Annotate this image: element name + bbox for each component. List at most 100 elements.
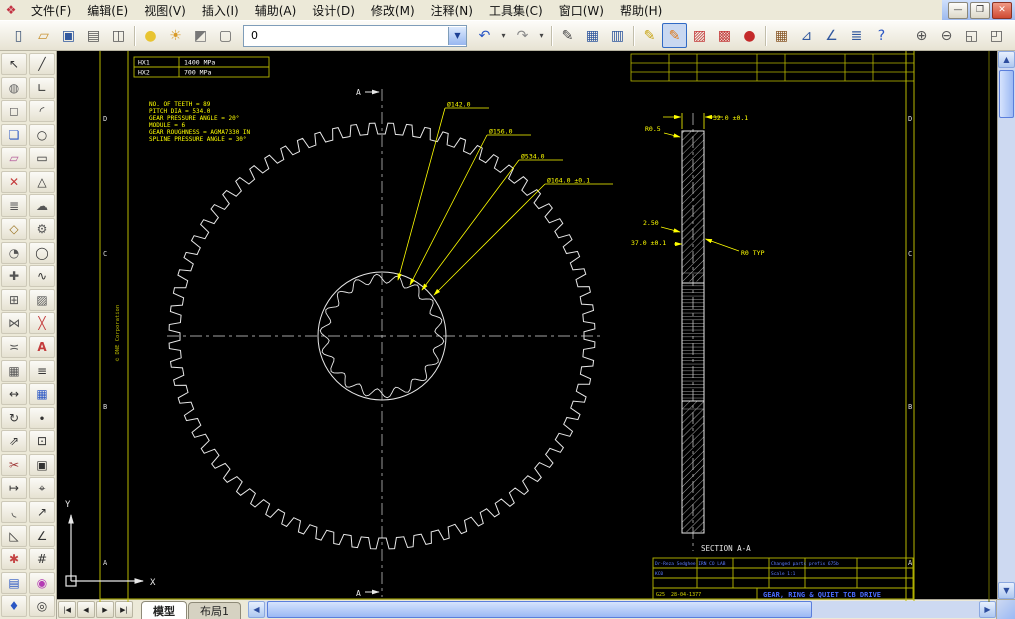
text-icon[interactable]: A bbox=[29, 335, 55, 359]
tool-palette-icon[interactable]: ❏ bbox=[1, 123, 27, 146]
tab-layout1[interactable]: 布局1 bbox=[188, 602, 241, 619]
menu-item-2[interactable]: 视图(V) bbox=[136, 0, 194, 21]
zoom-realtime-icon[interactable]: ⊕ bbox=[909, 23, 934, 48]
horizontal-scrollbar[interactable]: ◀ ▶ bbox=[248, 600, 996, 619]
restore-button[interactable]: ❐ bbox=[970, 1, 990, 19]
trim-icon[interactable]: ✂ bbox=[1, 453, 27, 476]
break-icon[interactable]: ╳ bbox=[29, 312, 55, 335]
orbit-icon[interactable]: ◔ bbox=[1, 241, 27, 264]
menu-item-0[interactable]: 文件(F) bbox=[23, 0, 79, 21]
quick-select-icon[interactable]: ◍ bbox=[1, 76, 27, 99]
menu-item-1[interactable]: 编辑(E) bbox=[79, 0, 136, 21]
tab-nav-1[interactable]: ◀ bbox=[77, 601, 95, 618]
table-icon[interactable]: ▦ bbox=[29, 383, 55, 406]
undo-icon[interactable]: ↶ bbox=[472, 23, 497, 48]
menu-item-6[interactable]: 修改(M) bbox=[363, 0, 423, 21]
minimize-button[interactable]: — bbox=[948, 1, 968, 19]
match-properties-icon[interactable]: ♦ bbox=[1, 595, 27, 618]
zoom-extents-icon[interactable]: ◰ bbox=[984, 23, 1009, 48]
hatch-icon[interactable]: ▨ bbox=[29, 288, 55, 311]
redo-icon[interactable]: ↷ bbox=[510, 23, 535, 48]
vertical-scroll-track[interactable] bbox=[998, 68, 1015, 582]
measure-angle-icon[interactable]: ∠ bbox=[819, 23, 844, 48]
mirror-icon[interactable]: ⋈ bbox=[1, 312, 27, 335]
scroll-right-arrow[interactable]: ▶ bbox=[979, 601, 996, 618]
polygon-icon[interactable]: △ bbox=[29, 170, 55, 193]
markup-bricks-icon[interactable]: ▩ bbox=[712, 23, 737, 48]
insert-block-icon[interactable]: ▣ bbox=[29, 453, 55, 476]
select-arrow-icon[interactable]: ↖ bbox=[1, 53, 27, 76]
menu-item-3[interactable]: 插入(I) bbox=[194, 0, 247, 21]
menu-item-8[interactable]: 工具集(C) bbox=[481, 0, 551, 21]
menu-item-9[interactable]: 窗口(W) bbox=[551, 0, 612, 21]
markup-pencil-icon[interactable]: ✎ bbox=[637, 23, 662, 48]
point-icon[interactable]: ∙ bbox=[29, 406, 55, 429]
leader-icon[interactable]: ↗ bbox=[29, 500, 55, 524]
pan-icon[interactable]: ✚ bbox=[1, 265, 27, 288]
osnap-icon[interactable]: ◎ bbox=[29, 595, 55, 618]
scale-icon[interactable]: ⇗ bbox=[1, 430, 27, 453]
scroll-up-arrow[interactable]: ▲ bbox=[998, 51, 1015, 68]
new-file-icon[interactable]: ▯ bbox=[6, 23, 31, 48]
vertical-scroll-thumb[interactable] bbox=[999, 70, 1014, 118]
markup-record-icon[interactable]: ● bbox=[737, 23, 762, 48]
properties-icon[interactable]: ▤ bbox=[1, 571, 27, 594]
layer-freeze-icon[interactable]: ☀ bbox=[163, 23, 188, 48]
layer-bulb-icon[interactable]: ● bbox=[138, 23, 163, 48]
move-icon[interactable]: ↔ bbox=[1, 383, 27, 406]
copy-icon[interactable]: ⊞ bbox=[1, 288, 27, 311]
sheet-set-icon[interactable]: ▥ bbox=[605, 23, 630, 48]
box-3d-icon[interactable]: ◇ bbox=[1, 218, 27, 241]
tab-nav-2[interactable]: ▶ bbox=[96, 601, 114, 618]
close-button[interactable]: ✕ bbox=[992, 1, 1012, 19]
zoom-out-icon[interactable]: ⊖ bbox=[934, 23, 959, 48]
menu-item-4[interactable]: 辅助(A) bbox=[247, 0, 305, 21]
edit-properties-icon[interactable]: ✎ bbox=[555, 23, 580, 48]
explode-icon[interactable]: ✱ bbox=[1, 548, 27, 571]
print-icon[interactable]: ▤ bbox=[81, 23, 106, 48]
table-style-icon[interactable]: ▦ bbox=[580, 23, 605, 48]
eraser-icon[interactable]: ▱ bbox=[1, 147, 27, 170]
chevron-down-icon[interactable]: ▼ bbox=[448, 26, 466, 45]
color-swatch-icon[interactable]: ▢ bbox=[213, 23, 238, 48]
zoom-window-icon[interactable]: ◱ bbox=[959, 23, 984, 48]
redo-caret-icon[interactable]: ▾ bbox=[535, 23, 548, 48]
tab-nav-0[interactable]: |◀ bbox=[58, 601, 76, 618]
tab-nav-3[interactable]: ▶| bbox=[115, 601, 133, 618]
angular-dim-icon[interactable]: ∠ bbox=[29, 524, 55, 547]
save-file-icon[interactable]: ▣ bbox=[56, 23, 81, 48]
measure-distance-icon[interactable]: ⊿ bbox=[794, 23, 819, 48]
offset-icon[interactable]: ≍ bbox=[1, 335, 27, 359]
vertical-scrollbar[interactable]: ▲ ▼ bbox=[997, 51, 1015, 599]
line-icon[interactable]: ╱ bbox=[29, 53, 55, 76]
mtext-icon[interactable]: ≡ bbox=[29, 359, 55, 382]
spline-icon[interactable]: ∿ bbox=[29, 265, 55, 288]
table-edit-icon[interactable]: ▦ bbox=[769, 23, 794, 48]
ellipse-icon[interactable]: ◯ bbox=[29, 241, 55, 264]
menu-item-5[interactable]: 设计(D) bbox=[304, 0, 363, 21]
menu-item-7[interactable]: 注释(N) bbox=[423, 0, 481, 21]
rotate-icon[interactable]: ↻ bbox=[1, 406, 27, 429]
layer-list-icon[interactable]: ≣ bbox=[844, 23, 869, 48]
grid-icon[interactable]: # bbox=[29, 548, 55, 571]
menu-item-10[interactable]: 帮助(H) bbox=[612, 0, 670, 21]
print-preview-icon[interactable]: ◫ bbox=[106, 23, 131, 48]
scroll-down-arrow[interactable]: ▼ bbox=[998, 582, 1015, 599]
rectangle-icon[interactable]: ▭ bbox=[29, 147, 55, 170]
horizontal-scroll-track[interactable] bbox=[265, 601, 979, 618]
tab-model[interactable]: 模型 bbox=[141, 601, 187, 619]
dimension-icon[interactable]: ⌖ bbox=[29, 477, 55, 500]
chamfer-icon[interactable]: ◺ bbox=[1, 524, 27, 547]
scroll-left-arrow[interactable]: ◀ bbox=[248, 601, 265, 618]
layer-lock-icon[interactable]: ◩ bbox=[188, 23, 213, 48]
arc-icon[interactable]: ◜ bbox=[29, 100, 55, 123]
revision-cloud-icon[interactable]: ☁ bbox=[29, 194, 55, 217]
zoom-box-icon[interactable]: ◻ bbox=[1, 100, 27, 123]
markup-highlight-icon[interactable]: ✎ bbox=[662, 23, 687, 48]
markup-hatch-icon[interactable]: ▨ bbox=[687, 23, 712, 48]
help-icon[interactable]: ? bbox=[869, 23, 894, 48]
fillet-icon[interactable]: ◟ bbox=[1, 500, 27, 524]
layer-combo[interactable]: 0 ▼ bbox=[243, 24, 467, 47]
layer-stack-icon[interactable]: ≣ bbox=[1, 194, 27, 217]
drawing-canvas[interactable]: D C B A D C B A © DNE Corporation HX1 14… bbox=[57, 51, 998, 602]
